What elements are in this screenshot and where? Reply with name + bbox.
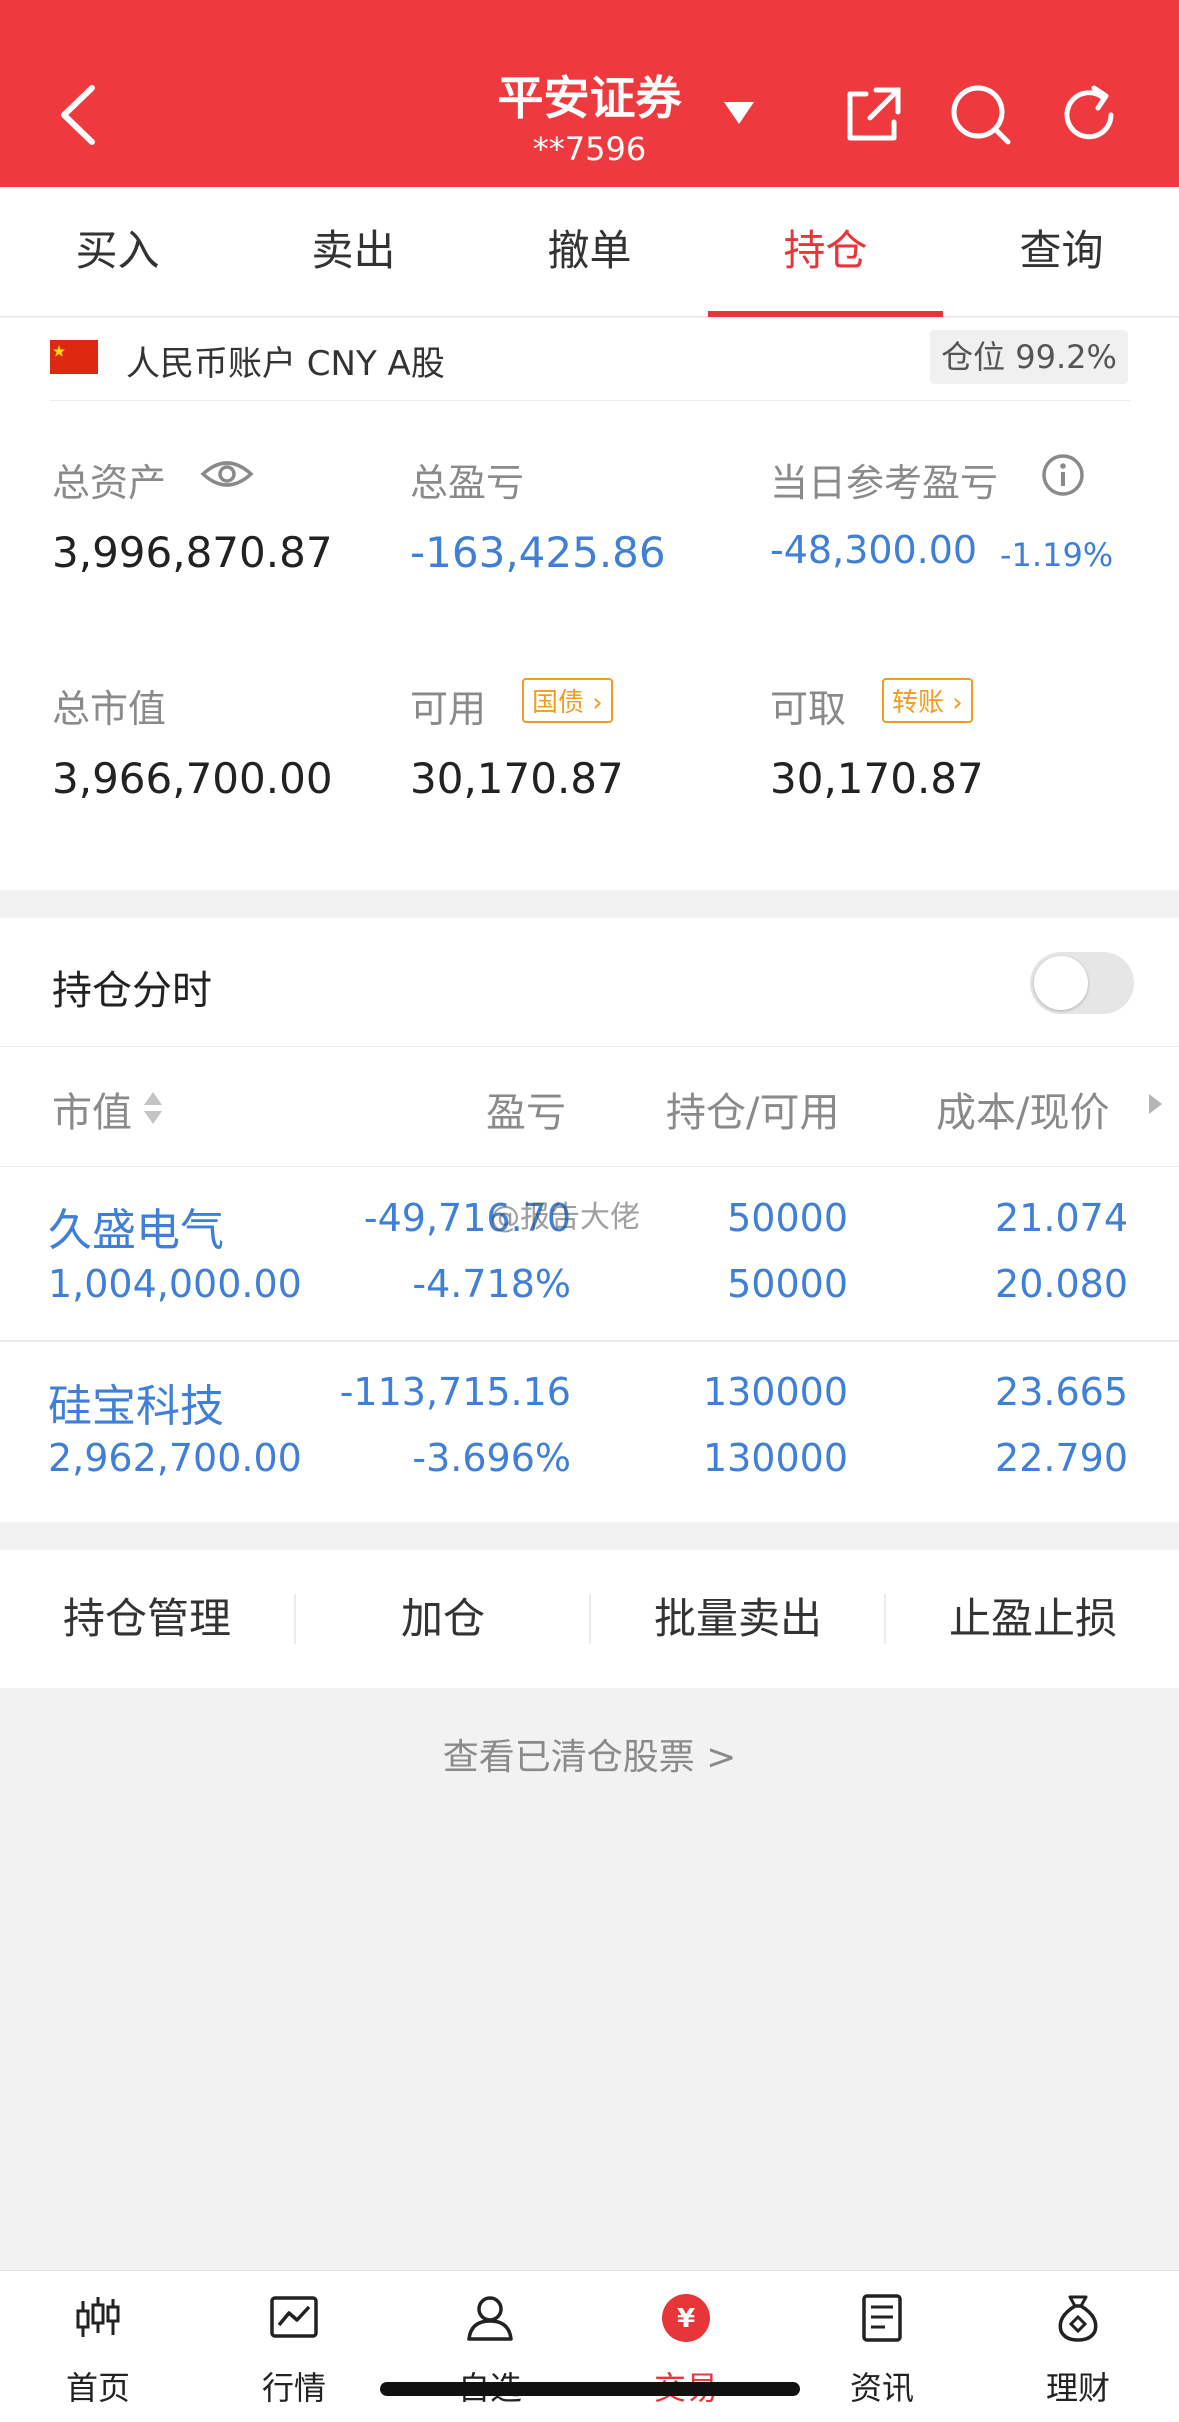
total-assets-value: 3,996,870.87 [52, 528, 333, 577]
nav-item-watchlist[interactable]: 自选 [392, 2271, 588, 2422]
stock-cost: 21.074 [995, 1196, 1128, 1240]
column-header-position: 持仓/可用 [666, 1090, 840, 1136]
tab-cancel[interactable]: 撤单 [472, 187, 707, 317]
divider [0, 1166, 1179, 1167]
nav-item-news[interactable]: 资讯 [784, 2271, 980, 2422]
total-assets-label: 总资产 [52, 461, 167, 505]
daily-pnl-label: 当日参考盈亏 [770, 461, 999, 505]
batch-sell-button[interactable]: 批量卖出 [591, 1550, 885, 1688]
stock-pnl: -113,715.16 [339, 1370, 571, 1414]
holdings-intraday-toggle[interactable] [1030, 952, 1134, 1014]
withdrawable-value: 30,170.87 [770, 754, 984, 803]
bottom-nav: 首页 行情 自选 ¥ 交易 资讯 [0, 2270, 1179, 2422]
active-tab-indicator [708, 311, 943, 317]
tab-holdings[interactable]: 持仓 [708, 187, 943, 317]
column-header-pnl: 盈亏 [486, 1090, 566, 1136]
tab-query[interactable]: 查询 [944, 187, 1179, 317]
column-header-label: 市值 [52, 1090, 132, 1136]
column-header-market-value[interactable]: 市值 [52, 1080, 132, 1138]
dropdown-caret-icon[interactable] [722, 100, 756, 126]
stock-name[interactable]: 久盛电气 [48, 1194, 224, 1258]
total-pnl-label: 总盈亏 [410, 461, 525, 505]
market-value-value: 3,966,700.00 [52, 754, 333, 803]
bond-button-label: 国债 [532, 688, 585, 718]
holding-actions-bar: 持仓管理 加仓 批量卖出 止盈止损 [0, 1550, 1179, 1688]
document-icon [862, 2294, 902, 2342]
chevron-right-icon: › [944, 688, 963, 718]
account-type-label: 人民币账户 CNY A股 [126, 344, 445, 384]
sort-icon[interactable] [142, 1088, 164, 1128]
tab-buy[interactable]: 买入 [0, 187, 235, 317]
daily-pnl-percent: -1.19% [1000, 536, 1114, 574]
stock-position: 50000 [727, 1196, 848, 1240]
available-label: 可用 [410, 687, 487, 731]
watermark: @报告大佬 [490, 1200, 640, 1235]
section-gap [0, 1522, 1179, 1550]
yuan-glyph: ¥ [677, 2304, 695, 2334]
chart-icon [270, 2296, 318, 2338]
nav-label: 资讯 [849, 2369, 914, 2407]
nav-label: 理财 [1045, 2369, 1110, 2407]
money-bag-icon [1058, 2295, 1098, 2342]
stock-price: 20.080 [995, 1262, 1128, 1306]
nav-item-wealth[interactable]: 理财 [980, 2271, 1176, 2422]
manage-holdings-button[interactable]: 持仓管理 [0, 1550, 294, 1688]
tab-sell[interactable]: 卖出 [236, 187, 471, 317]
asset-summary-panel [0, 318, 1179, 890]
divider [0, 1046, 1179, 1047]
china-flag-icon [50, 340, 98, 374]
candlestick-icon [76, 2297, 120, 2337]
daily-pnl-value: -48,300.00 [770, 528, 978, 572]
home-indicator[interactable] [380, 2382, 800, 2396]
stock-available: 50000 [727, 1262, 848, 1306]
stock-position: 130000 [702, 1370, 848, 1414]
stock-cost: 23.665 [995, 1370, 1128, 1414]
view-cleared-stocks-link[interactable]: 查看已清仓股票 > [0, 1728, 1179, 1780]
nav-item-trade[interactable]: ¥ 交易 [588, 2271, 784, 2422]
chevron-right-icon: › [584, 688, 603, 718]
take-profit-stop-loss-button[interactable]: 止盈止损 [886, 1550, 1179, 1688]
section-gap [0, 890, 1179, 918]
stock-pnl-percent: -3.696% [412, 1436, 571, 1480]
nav-item-home[interactable]: 首页 [0, 2271, 196, 2422]
refresh-icon[interactable] [1056, 82, 1122, 148]
available-value: 30,170.87 [410, 754, 624, 803]
stock-pnl-percent: -4.718% [412, 1262, 571, 1306]
info-icon[interactable] [1040, 452, 1086, 498]
stock-market-value: 2,962,700.00 [48, 1436, 302, 1480]
transfer-button[interactable]: 转账 › [882, 678, 973, 723]
stock-available: 130000 [702, 1436, 848, 1480]
stock-market-value: 1,004,000.00 [48, 1262, 302, 1306]
nav-label: 首页 [65, 2369, 130, 2407]
column-header-cost-price: 成本/现价 [936, 1090, 1110, 1136]
yuan-icon: ¥ [662, 2294, 710, 2342]
nav-label: 行情 [261, 2369, 326, 2407]
total-pnl-value: -163,425.86 [410, 528, 666, 577]
withdrawable-label: 可取 [770, 687, 847, 731]
chevron-right-icon[interactable] [1146, 1092, 1164, 1116]
stock-name[interactable]: 硅宝科技 [48, 1370, 224, 1434]
stock-price: 22.790 [995, 1436, 1128, 1480]
nav-item-market[interactable]: 行情 [196, 2271, 392, 2422]
position-ratio-badge: 仓位 99.2% [930, 330, 1128, 384]
user-star-icon [467, 2296, 513, 2341]
bond-button[interactable]: 国债 › [522, 678, 613, 723]
trade-tabs: 买入 卖出 撤单 持仓 查询 [0, 187, 1179, 317]
toggle-knob [1034, 956, 1088, 1010]
transfer-button-label: 转账 [892, 688, 945, 718]
eye-icon[interactable] [200, 456, 254, 492]
holdings-intraday-label: 持仓分时 [52, 968, 212, 1014]
divider [50, 400, 1130, 401]
search-icon[interactable] [948, 82, 1014, 148]
add-position-button[interactable]: 加仓 [296, 1550, 590, 1688]
market-value-label: 总市值 [52, 687, 167, 731]
share-icon[interactable] [840, 82, 906, 148]
